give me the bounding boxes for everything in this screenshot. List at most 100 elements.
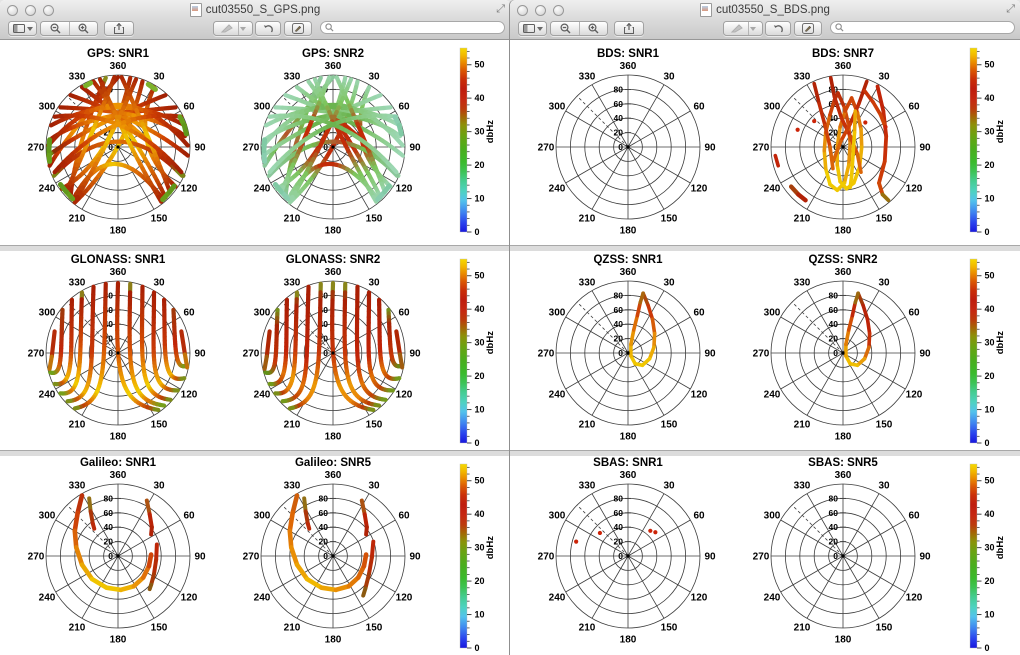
colorbar: 01020304050dbHz [970,259,1006,448]
plot-title: GPS: SNR1 [87,48,150,60]
zoom-out-button[interactable] [551,22,579,35]
search-field[interactable] [830,21,1015,34]
colorbar-tick-label: 20 [475,576,485,586]
azimuth-label: 90 [194,143,206,154]
azimuth-label: 270 [753,552,770,563]
colorbar-tick-label: 10 [985,405,995,415]
share-icon [113,23,125,34]
zoom-in-button[interactable] [69,22,97,35]
azimuth-label: 120 [691,593,708,604]
edit-markup-button[interactable] [794,21,822,36]
image-view-gps[interactable]: 8060402003603060901201501802102402703003… [0,40,510,655]
azimuth-label: 240 [764,593,781,604]
markup-pen-button[interactable] [213,21,253,36]
colorbar-tick-label: 50 [475,60,485,70]
edit-markup-button[interactable] [284,21,312,36]
elevation-label: 60 [614,99,624,109]
azimuth-label: 240 [39,184,56,195]
colorbar-tick-label: 20 [985,576,995,586]
page-separator [510,450,1020,451]
azimuth-label: 180 [325,635,342,646]
image-view-bds[interactable]: 8060402003603060901201501802102402703003… [510,40,1020,655]
colorbar-tick-label: 10 [985,194,995,204]
search-input[interactable] [334,22,500,34]
page-separator [0,245,510,246]
azimuth-label: 120 [396,184,413,195]
fullscreen-icon[interactable]: ⤢ [496,3,505,16]
azimuth-label: 90 [919,552,931,563]
data-dot [653,530,657,534]
azimuth-label: 90 [194,349,206,360]
colorbar: 01020304050dbHz [970,464,1006,653]
azimuth-label: 300 [764,511,781,522]
plot-sbas-snr1: 8060402003603060901201501802102402703003… [538,457,716,646]
azimuth-label: 210 [579,420,596,431]
azimuth-label: 180 [835,635,852,646]
elevation-label: 20 [614,128,624,138]
minimize-button[interactable] [535,5,546,16]
zoom-button[interactable] [553,5,564,16]
azimuth-label: 210 [284,420,301,431]
markup-pen-button[interactable] [723,21,763,36]
minimize-button[interactable] [25,5,36,16]
close-button[interactable] [517,5,528,16]
azimuth-label: 30 [368,71,380,82]
elevation-label: 0 [323,551,328,561]
azimuth-label: 270 [753,143,770,154]
azimuth-label: 360 [110,61,127,72]
azimuth-label: 60 [693,308,705,319]
azimuth-label: 90 [704,349,716,360]
azimuth-label: 180 [835,432,852,443]
elevation-label: 20 [614,334,624,344]
azimuth-label: 180 [835,226,852,237]
elevation-label: 80 [614,290,624,300]
search-field[interactable] [320,21,505,34]
elevation-label: 80 [614,84,624,94]
colorbar-tick-label: 40 [475,304,485,314]
azimuth-label: 300 [39,511,56,522]
azimuth-label: 210 [69,623,86,634]
titlebar[interactable]: cut03550_S_GPS.png ⤢ [0,0,510,20]
azimuth-label: 180 [620,226,637,237]
data-dot [796,128,800,132]
azimuth-label: 60 [398,102,410,113]
azimuth-label: 150 [366,420,383,431]
center-marker [117,146,120,149]
elevation-label: 60 [614,508,624,518]
rotate-left-button[interactable] [255,21,281,36]
azimuth-label: 360 [835,470,852,481]
azimuth-label: 180 [110,432,127,443]
colorbar: 01020304050dbHz [460,464,496,653]
elevation-label: 20 [319,537,329,547]
azimuth-label: 30 [153,480,165,491]
rotate-left-button[interactable] [765,21,791,36]
search-input[interactable] [844,22,1010,34]
azimuth-label: 300 [39,308,56,319]
zoom-in-icon [78,23,89,34]
dropdown-caret-icon [537,27,543,31]
zoom-in-button[interactable] [579,22,607,35]
plot-bds-snr7: 8060402003603060901201501802102402703003… [753,48,931,237]
toolbar [510,20,1020,39]
azimuth-label: 210 [69,214,86,225]
titlebar[interactable]: cut03550_S_BDS.png ⤢ [510,0,1020,20]
azimuth-label: 360 [620,61,637,72]
plot-title: QZSS: SNR2 [808,254,877,266]
azimuth-label: 330 [579,480,596,491]
elevation-label: 20 [614,537,624,547]
zoom-out-button[interactable] [41,22,69,35]
close-button[interactable] [7,5,18,16]
elevation-label: 80 [104,493,114,503]
azimuth-label: 240 [549,184,566,195]
colorbar-tick-label: 10 [475,610,485,620]
colorbar-tick-label: 0 [985,227,990,237]
colorbar-tick-label: 40 [985,509,995,519]
fullscreen-icon[interactable]: ⤢ [1006,3,1015,16]
sidebar-toggle-button[interactable] [518,21,547,36]
colorbar-tick-label: 20 [475,371,485,381]
elevation-label: 0 [833,551,838,561]
share-button[interactable] [104,21,134,36]
zoom-button[interactable] [43,5,54,16]
sidebar-toggle-button[interactable] [8,21,37,36]
share-button[interactable] [614,21,644,36]
